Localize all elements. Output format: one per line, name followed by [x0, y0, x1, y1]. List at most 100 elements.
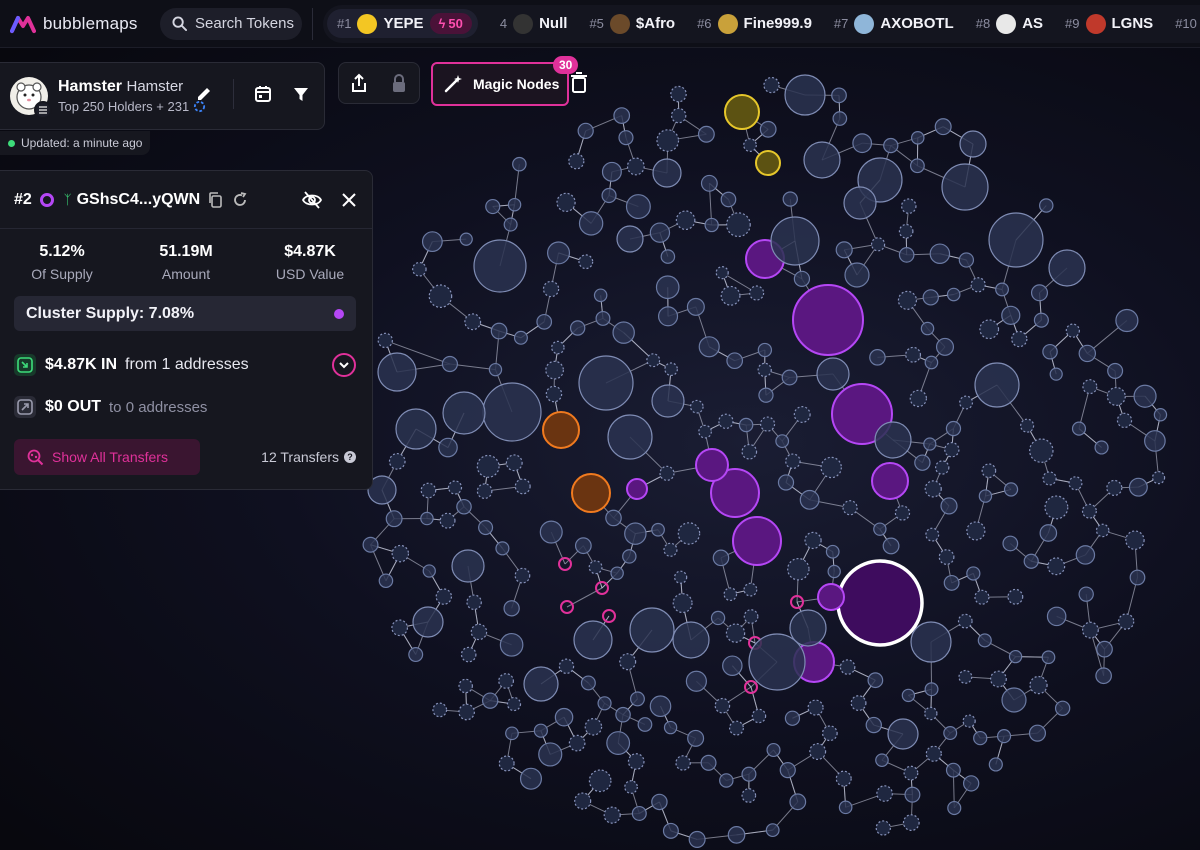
wallet-node[interactable]: [741, 766, 757, 782]
wallet-node[interactable]: [726, 352, 744, 370]
cluster-supply-row[interactable]: Cluster Supply: 7.08%: [14, 296, 356, 331]
wallet-node[interactable]: [910, 621, 952, 663]
wallet-node-contract[interactable]: [743, 582, 758, 597]
wallet-node[interactable]: [655, 275, 680, 300]
wallet-node-contract[interactable]: [558, 658, 575, 674]
close-icon[interactable]: [342, 193, 356, 207]
wallet-node[interactable]: [867, 672, 884, 689]
wallet-node-contract[interactable]: [839, 659, 856, 675]
wallet-node[interactable]: [766, 742, 781, 758]
wallet-node[interactable]: [1071, 421, 1087, 436]
wallet-node-contract[interactable]: [514, 478, 531, 495]
wallet-node[interactable]: [624, 522, 647, 545]
wallet-node-contract[interactable]: [498, 673, 515, 689]
wallet-node-contract[interactable]: [793, 406, 811, 423]
wallet-node[interactable]: [697, 125, 715, 143]
wallet-node[interactable]: [777, 474, 795, 491]
wallet-node-contract[interactable]: [664, 362, 678, 377]
wallet-node-contract[interactable]: [514, 567, 531, 584]
show-all-transfers-button[interactable]: Show All Transfers: [14, 439, 200, 475]
calendar-icon[interactable]: [254, 85, 272, 103]
wallet-node-contract[interactable]: [377, 332, 393, 349]
wallet-node[interactable]: [616, 225, 644, 253]
wallet-node[interactable]: [663, 720, 678, 735]
wallet-node-contract[interactable]: [466, 594, 482, 611]
wallet-node-contract[interactable]: [551, 340, 565, 355]
wallet-node[interactable]: [784, 710, 801, 726]
wallet-node-contract[interactable]: [439, 512, 456, 529]
wallet-node[interactable]: [1049, 367, 1063, 381]
wallet-node-contract[interactable]: [435, 588, 453, 605]
wallet-node[interactable]: [662, 822, 679, 839]
wallet-node-contract[interactable]: [804, 531, 822, 550]
wallet-node-contract[interactable]: [506, 696, 522, 712]
wallet-node-contract[interactable]: [820, 456, 842, 479]
wallet-node-contract[interactable]: [966, 521, 986, 541]
wallet-node-contract[interactable]: [714, 697, 731, 714]
wallet-node-contract[interactable]: [909, 389, 928, 408]
wallet-node[interactable]: [488, 362, 503, 377]
wallet-node[interactable]: [1039, 198, 1054, 213]
wallet-node[interactable]: [988, 212, 1044, 268]
wallet-node[interactable]: [459, 232, 473, 246]
wallet-node-contract[interactable]: [959, 395, 974, 410]
wallet-node[interactable]: [395, 408, 437, 450]
ticker-item[interactable]: #9 LGNS: [1065, 13, 1153, 34]
wallet-node[interactable]: [601, 187, 617, 204]
wallet-node-contract[interactable]: [990, 670, 1007, 688]
wallet-node[interactable]: [533, 723, 548, 738]
wallet-node-contract[interactable]: [728, 720, 744, 736]
wallet-node-cluster[interactable]: [542, 411, 580, 449]
wallet-node-contract[interactable]: [974, 589, 990, 605]
wallet-node[interactable]: [789, 609, 827, 647]
wallet-node[interactable]: [456, 498, 472, 515]
wallet-node[interactable]: [1048, 249, 1086, 287]
wallet-node[interactable]: [1023, 553, 1039, 569]
wallet-node-contract[interactable]: [757, 362, 772, 378]
wallet-node[interactable]: [523, 666, 559, 702]
wallet-node[interactable]: [700, 754, 717, 771]
wallet-node-contract[interactable]: [1047, 557, 1066, 576]
wallet-node-cluster[interactable]: [626, 478, 648, 500]
wallet-node-contract[interactable]: [498, 755, 515, 772]
chevron-down-icon[interactable]: [332, 353, 356, 377]
wallet-node[interactable]: [631, 805, 647, 821]
wallet-node[interactable]: [883, 137, 899, 154]
wallet-node[interactable]: [422, 564, 436, 578]
wallet-node[interactable]: [803, 141, 841, 179]
wallet-node[interactable]: [685, 670, 707, 692]
wallet-node-contract[interactable]: [962, 714, 976, 728]
wallet-node-contract[interactable]: [842, 500, 858, 516]
wallet-node-contract[interactable]: [458, 678, 473, 694]
wallet-node[interactable]: [1153, 408, 1168, 422]
wallet-node-contract[interactable]: [725, 623, 746, 643]
wallet-node[interactable]: [538, 742, 563, 767]
wallet-node-contract[interactable]: [1082, 379, 1098, 395]
wallet-node[interactable]: [698, 336, 720, 358]
wallet-node[interactable]: [578, 355, 634, 411]
wallet-node[interactable]: [595, 310, 611, 326]
wallet-node[interactable]: [649, 222, 671, 243]
wallet-node[interactable]: [573, 620, 613, 660]
wallet-node-contract[interactable]: [925, 745, 942, 762]
wallet-node[interactable]: [920, 321, 935, 336]
wallet-node-contract[interactable]: [924, 706, 938, 721]
wallet-node[interactable]: [789, 793, 807, 811]
wallet-node[interactable]: [882, 537, 900, 555]
wallet-node[interactable]: [1096, 640, 1113, 658]
wallet-node-contract[interactable]: [897, 290, 918, 310]
wallet-node[interactable]: [593, 288, 608, 303]
pencil-icon[interactable]: [195, 85, 213, 103]
wallet-node[interactable]: [539, 520, 563, 544]
wallet-node-contract[interactable]: [743, 609, 759, 624]
wallet-node-cluster[interactable]: [871, 462, 909, 500]
wallet-node[interactable]: [481, 692, 499, 709]
wallet-node[interactable]: [1039, 524, 1058, 542]
wallet-node[interactable]: [869, 349, 886, 366]
wallet-node-contract[interactable]: [835, 770, 852, 787]
wallet-node-contract[interactable]: [1020, 418, 1035, 433]
wallet-node[interactable]: [485, 198, 501, 215]
wallet-node[interactable]: [1054, 700, 1071, 716]
wallet-node-contract[interactable]: [870, 237, 886, 252]
wallet-node[interactable]: [625, 194, 651, 220]
